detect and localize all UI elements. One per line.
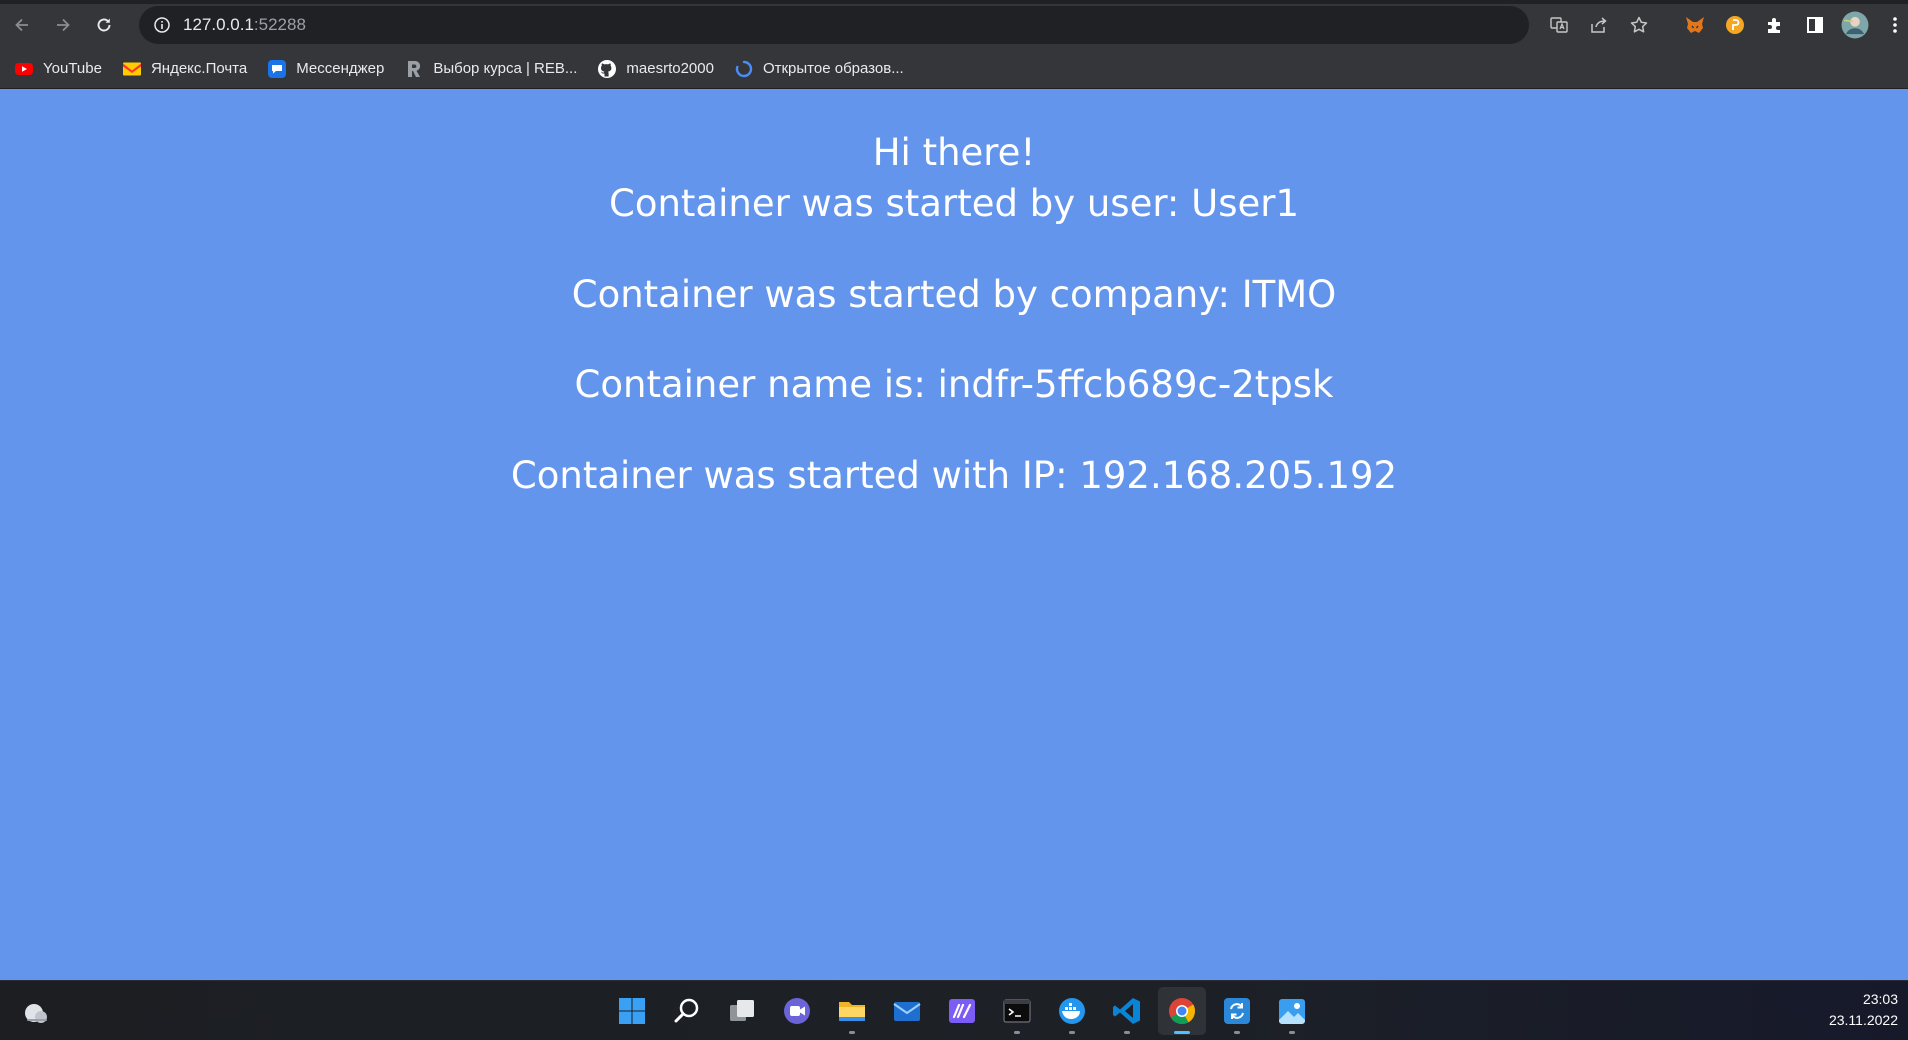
start-button[interactable] — [608, 987, 656, 1035]
bookmark-label: YouTube — [43, 60, 102, 77]
bookmarks-bar: YouTube Яндекс.Почта Мессенджер Выбор ку… — [0, 49, 1908, 89]
greeting-text: Hi there! — [872, 131, 1036, 174]
bookmark-open-education[interactable]: Открытое образов... — [734, 53, 904, 85]
bookmark-label: Яндекс.Почта — [150, 60, 248, 77]
star-icon — [1630, 16, 1648, 33]
bookmark-github[interactable]: maesrto2000 — [597, 53, 714, 85]
youtube-icon — [14, 59, 34, 79]
extensions-button[interactable] — [1756, 6, 1794, 44]
docker-whale-icon — [1059, 998, 1085, 1024]
photos-button[interactable] — [1268, 987, 1316, 1035]
bookmark-yandex-mail[interactable]: Яндекс.Почта — [122, 53, 247, 85]
forward-button[interactable] — [44, 6, 82, 44]
search-icon — [674, 998, 699, 1023]
fox-icon — [1686, 17, 1704, 33]
bookmark-label: maesrto2000 — [626, 60, 714, 77]
clock-date: 23.11.2022 — [1828, 1012, 1898, 1028]
sync-arrows-icon — [1224, 998, 1250, 1024]
mail-envelope-icon — [893, 1002, 921, 1021]
photos-icon — [1279, 999, 1305, 1024]
container-ip-text: Container was started with IP: 192.168.2… — [510, 454, 1398, 497]
site-info-icon[interactable] — [153, 16, 171, 34]
share-button[interactable] — [1580, 6, 1618, 44]
bookmark-youtube[interactable]: YouTube — [14, 53, 102, 85]
course-r-icon — [404, 59, 424, 79]
file-explorer-button[interactable] — [828, 987, 876, 1035]
yandex-mail-icon — [122, 59, 142, 79]
started-by-company-text: Container was started by company: ITMO — [571, 273, 1337, 316]
chrome-icon — [1169, 998, 1196, 1025]
windows-taskbar: 23:03 23.11.2022 — [0, 980, 1908, 1040]
vscode-button[interactable] — [1103, 987, 1151, 1035]
translate-icon — [1550, 17, 1568, 33]
terminal-button[interactable] — [993, 987, 1041, 1035]
translate-button[interactable] — [1540, 6, 1578, 44]
extensions-area — [1676, 6, 1908, 44]
running-indicator — [1289, 1031, 1295, 1034]
arrow-right-icon — [57, 18, 70, 31]
reload-button[interactable] — [85, 6, 123, 44]
bookmark-star-button[interactable] — [1620, 6, 1658, 44]
visual-studio-button[interactable] — [938, 987, 986, 1035]
url-host: 127.0.0.1 — [183, 14, 254, 34]
share-icon — [1591, 17, 1607, 33]
browser-toolbar: 127.0.0.1:52288 — [0, 0, 1908, 49]
bookmark-label: Мессенджер — [296, 60, 385, 77]
chrome-button[interactable] — [1158, 987, 1206, 1035]
url-port: :52288 — [253, 14, 306, 34]
chat-teams-button[interactable] — [773, 987, 821, 1035]
task-view-button[interactable] — [718, 987, 766, 1035]
running-indicator — [849, 1031, 855, 1034]
side-panel-icon — [1807, 17, 1823, 33]
back-button[interactable] — [3, 6, 41, 44]
github-icon — [597, 59, 617, 79]
camera-chat-icon — [784, 998, 810, 1024]
loading-spinner-icon — [734, 59, 754, 79]
weather-cloud-icon[interactable] — [22, 999, 50, 1027]
active-indicator — [1174, 1031, 1190, 1034]
coin-extension-button[interactable] — [1716, 6, 1754, 44]
orange-coin-icon — [1726, 16, 1744, 34]
kebab-menu-icon — [1893, 17, 1897, 33]
vscode-icon — [1113, 998, 1140, 1024]
page-viewport: Hi there! Container was started by user:… — [0, 89, 1908, 980]
address-bar-actions — [1540, 6, 1658, 44]
avatar-icon — [1841, 11, 1869, 39]
address-bar[interactable]: 127.0.0.1:52288 — [139, 5, 1529, 44]
profile-avatar-button[interactable] — [1836, 6, 1874, 44]
running-indicator — [1234, 1031, 1240, 1034]
started-by-user-text: Container was started by user: User1 — [608, 182, 1300, 225]
clock-time: 23:03 — [1862, 991, 1898, 1007]
docker-button[interactable] — [1048, 987, 1096, 1035]
running-indicator — [1124, 1031, 1130, 1034]
container-name-text: Container name is: indfr-5ffcb689c-2tpsk — [574, 363, 1334, 406]
vs-logo-icon — [949, 999, 975, 1023]
puzzle-icon — [1768, 18, 1780, 33]
bookmark-label: Открытое образов... — [762, 60, 904, 77]
side-panel-button[interactable] — [1796, 6, 1834, 44]
running-indicator — [1069, 1031, 1075, 1034]
metamask-extension-button[interactable] — [1676, 6, 1714, 44]
system-clock[interactable]: 23:03 23.11.2022 — [1829, 989, 1898, 1031]
bookmark-course[interactable]: Выбор курса | REB... — [404, 53, 577, 85]
mail-button[interactable] — [883, 987, 931, 1035]
taskbar-apps — [608, 987, 1316, 1035]
messenger-icon — [267, 59, 287, 79]
reload-icon — [97, 18, 111, 31]
bookmark-messenger[interactable]: Мессенджер — [267, 53, 384, 85]
folder-icon — [839, 1002, 865, 1021]
sync-app-button[interactable] — [1213, 987, 1261, 1035]
arrow-left-icon — [15, 18, 28, 31]
tab-strip-edge — [0, 0, 1908, 4]
search-button[interactable] — [663, 987, 711, 1035]
terminal-icon — [1003, 999, 1031, 1023]
browser-menu-button[interactable] — [1876, 6, 1908, 44]
windows-logo-icon — [619, 998, 645, 1024]
running-indicator — [1014, 1031, 1020, 1034]
bookmark-label: Выбор курса | REB... — [433, 60, 578, 77]
task-view-icon — [730, 1000, 754, 1021]
